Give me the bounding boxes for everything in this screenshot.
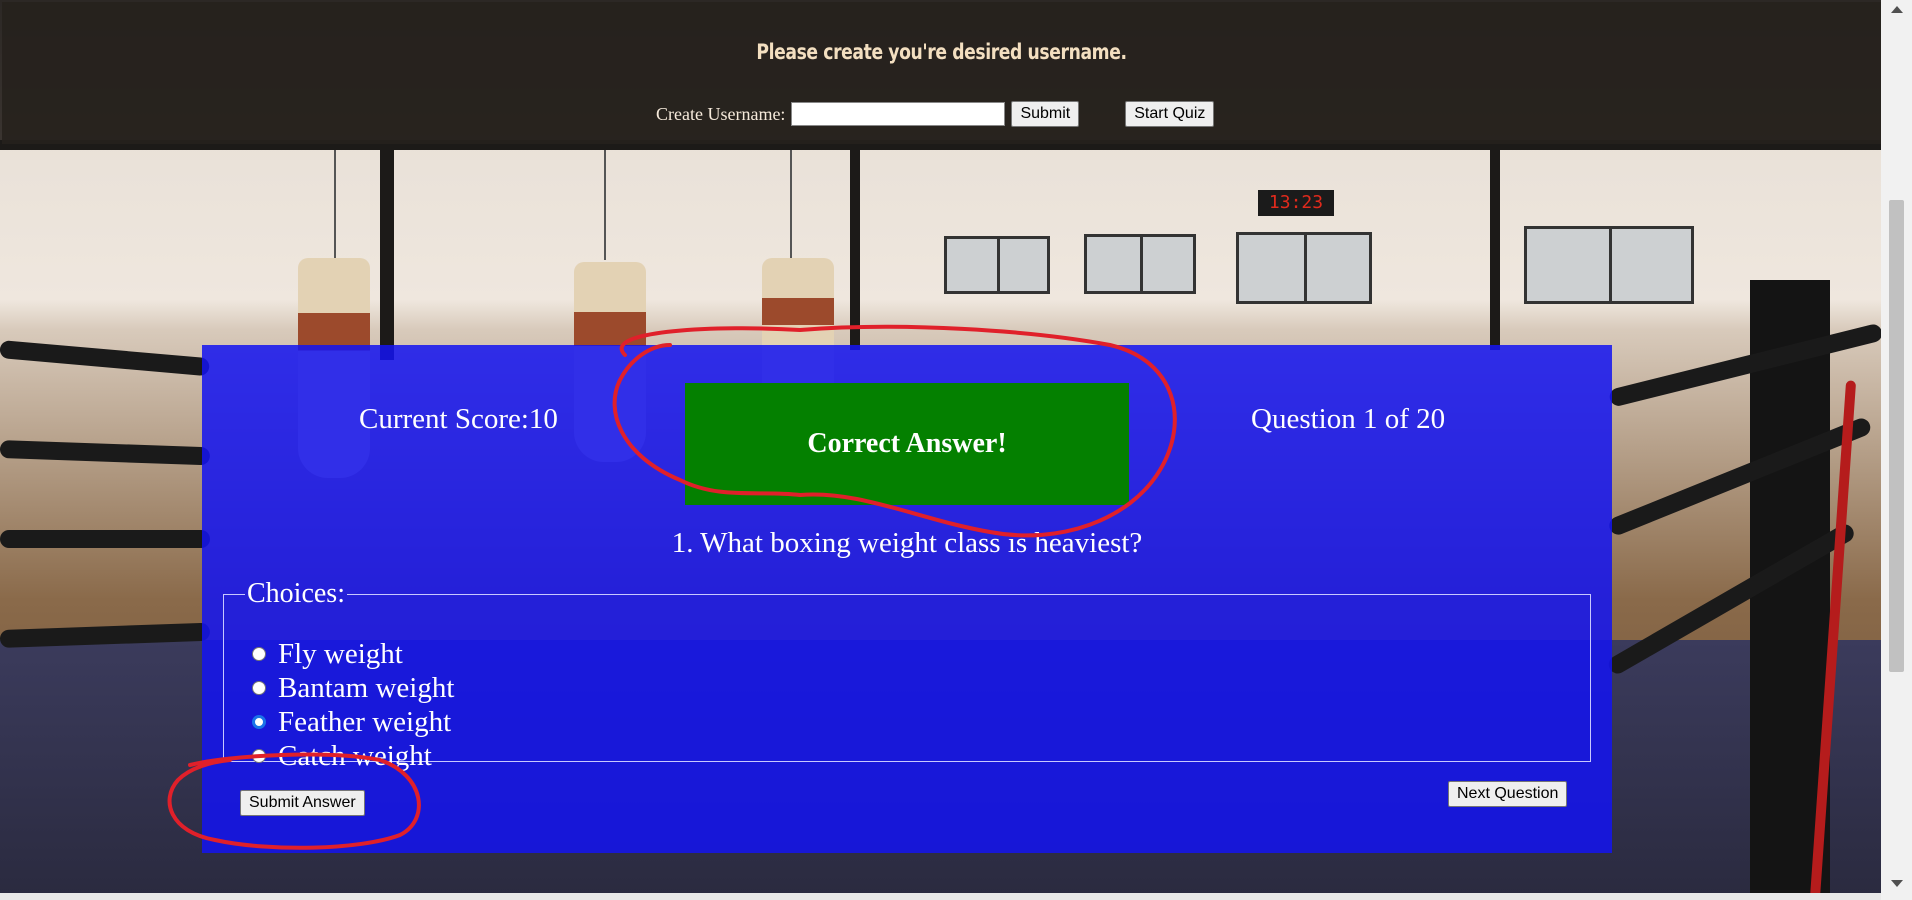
- choice-option[interactable]: Fly weight: [252, 638, 403, 670]
- scroll-down-icon[interactable]: [1891, 880, 1903, 887]
- username-header: Please create you're desired username. C…: [2, 2, 1881, 144]
- current-score: Current Score:10: [359, 403, 558, 435]
- start-quiz-button[interactable]: Start Quiz: [1125, 101, 1215, 127]
- answer-feedback-text: Correct Answer!: [807, 428, 1007, 459]
- choice-label: Feather weight: [278, 705, 452, 738]
- scroll-up-icon[interactable]: [1891, 6, 1903, 13]
- radio-button-selected[interactable]: [252, 715, 266, 729]
- horizontal-scrollbar[interactable]: [0, 893, 1881, 900]
- question-progress: Question 1 of 20: [1251, 403, 1446, 435]
- vertical-scrollbar[interactable]: [1881, 0, 1912, 900]
- choices-legend: Choices:: [247, 578, 345, 609]
- username-submit-button[interactable]: Submit: [1011, 101, 1080, 127]
- choice-label: Fly weight: [278, 637, 403, 670]
- choices-fieldset: Choices: Fly weight Bantam weight Feathe…: [223, 578, 1591, 772]
- choice-label: Catch weight: [278, 739, 432, 772]
- scrollbar-thumb[interactable]: [1889, 200, 1904, 672]
- username-prompt-title: Please create you're desired username.: [756, 40, 1127, 64]
- username-label: Create Username:: [656, 103, 786, 124]
- username-form: Create Username: Submit Start Quiz: [656, 100, 1215, 128]
- choice-option[interactable]: Bantam weight: [252, 672, 454, 704]
- radio-button[interactable]: [252, 647, 266, 661]
- choice-option[interactable]: Feather weight: [252, 706, 451, 738]
- next-question-button[interactable]: Next Question: [1448, 781, 1568, 807]
- answer-feedback-banner: Correct Answer!: [685, 383, 1129, 505]
- wall-clock: 13:23: [1258, 190, 1334, 216]
- radio-button[interactable]: [252, 681, 266, 695]
- question-text: 1. What boxing weight class is heaviest?: [671, 527, 1143, 559]
- quiz-panel: Current Score:10 Correct Answer! Questio…: [202, 345, 1612, 853]
- username-input[interactable]: [791, 102, 1006, 126]
- choice-option[interactable]: Catch weight: [252, 740, 432, 772]
- submit-answer-button[interactable]: Submit Answer: [240, 790, 365, 816]
- choice-label: Bantam weight: [278, 671, 455, 704]
- radio-button[interactable]: [252, 749, 266, 763]
